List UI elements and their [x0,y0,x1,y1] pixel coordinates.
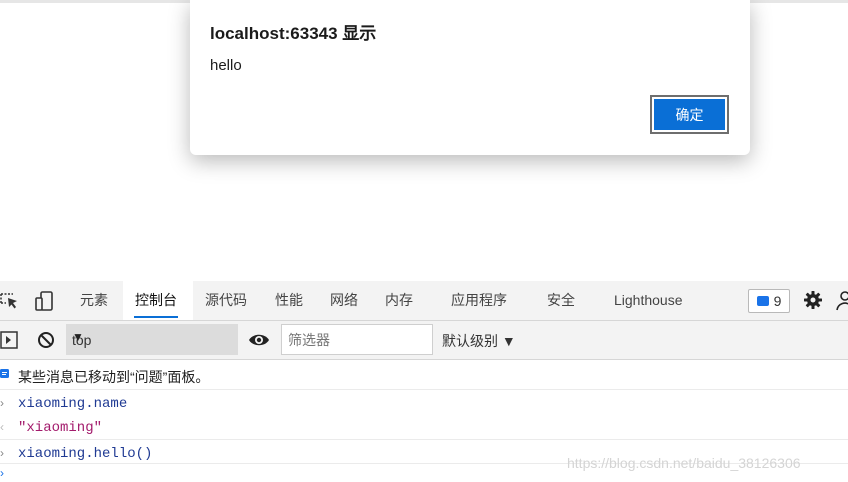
context-select[interactable]: top ▼ [66,324,238,355]
tab-application[interactable]: 应用程序 [451,281,507,320]
console-output: "xiaoming" [18,420,103,436]
eye-icon[interactable] [248,332,270,348]
input-chevron-icon: › [0,396,4,410]
output-chevron-icon: ‹ [0,420,4,434]
prompt-chevron-icon: › [0,466,4,480]
divider [0,389,848,390]
tab-network[interactable]: 网络 [330,281,358,320]
tab-label: 控制台 [135,292,177,308]
tab-performance[interactable]: 性能 [275,281,303,320]
filter-input[interactable] [281,324,433,355]
divider [0,439,848,440]
tab-label: 网络 [330,292,358,308]
alert-dialog: localhost:63343 显示 hello 确定 [190,0,750,155]
clear-console-icon[interactable] [37,331,55,349]
tab-security[interactable]: 安全 [547,281,575,320]
message-icon [756,296,769,306]
tab-lighthouse[interactable]: Lighthouse [614,281,683,320]
tab-label: 内存 [385,292,413,308]
tab-label: Lighthouse [614,292,683,308]
tab-label: 应用程序 [451,292,507,308]
tab-console[interactable]: 控制台 [134,281,178,320]
tab-label: 安全 [547,292,575,308]
inspect-element-icon[interactable] [0,291,20,311]
tab-label: 源代码 [205,292,247,308]
tab-label: 性能 [275,292,303,308]
user-icon[interactable] [836,290,848,312]
tab-sources[interactable]: 源代码 [205,281,247,320]
device-toolbar-icon[interactable] [34,291,56,311]
dropdown-arrow-icon: ▼ [72,330,84,344]
watermark: https://blog.csdn.net/baidu_38126306 [567,455,801,471]
issues-count: 9 [773,293,782,309]
dialog-title: localhost:63343 显示 [210,24,377,43]
dialog-message: hello [210,57,242,74]
devtools-tab-bar: 元素 控制台 源代码 性能 网络 内存 应用程序 安全 Lighthouse [0,281,848,321]
tab-memory[interactable]: 内存 [385,281,413,320]
tab-label: 元素 [80,292,108,308]
info-message: 某些消息已移动到“问题”面板。 [18,369,210,385]
message-icon [0,369,9,378]
issues-badge[interactable]: 9 [748,289,790,313]
gear-icon[interactable] [803,290,823,310]
input-chevron-icon: › [0,446,4,460]
ok-button[interactable]: 确定 [650,95,729,134]
ok-button-label: 确定 [654,99,725,130]
log-level-select[interactable]: 默认级别 ▼ [442,331,516,351]
console-toolbar: top ▼ 默认级别 ▼ [0,321,848,360]
tab-elements[interactable]: 元素 [80,281,108,320]
sidebar-toggle-icon[interactable] [0,331,18,349]
console-input: xiaoming.name [18,396,128,412]
console-input: xiaoming.hello() [18,446,153,462]
